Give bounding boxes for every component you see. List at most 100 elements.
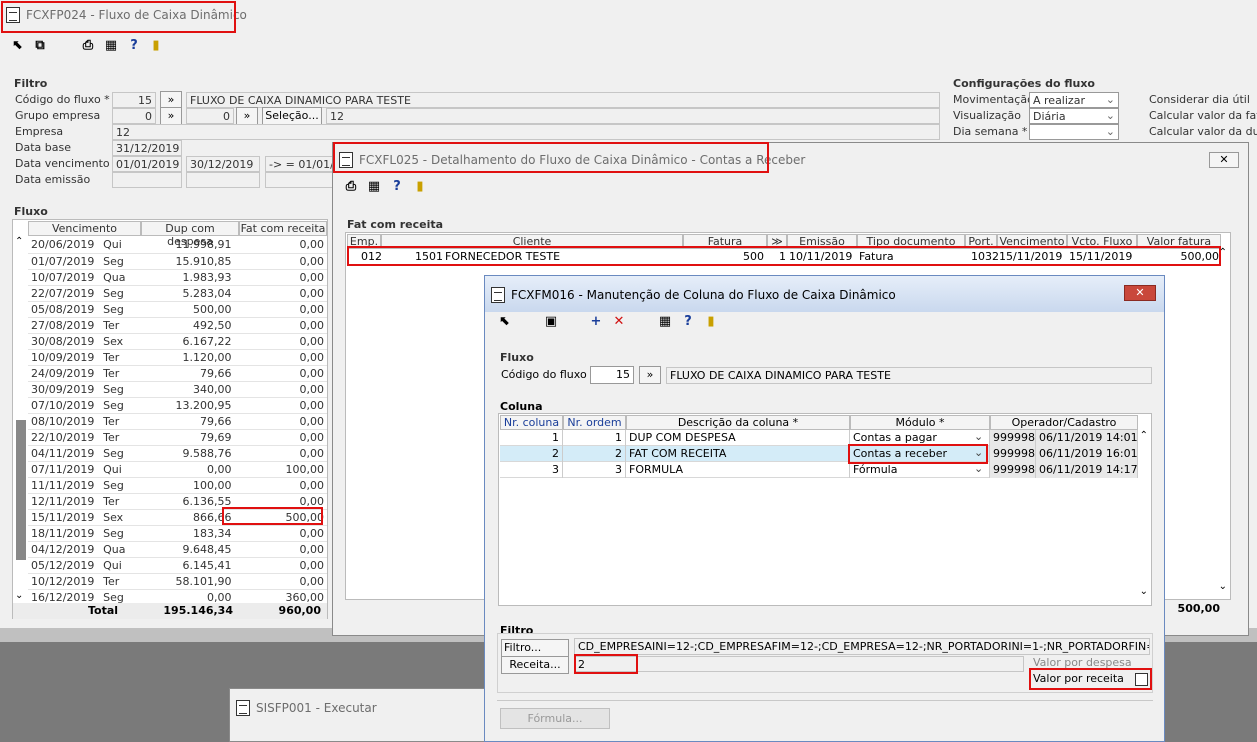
grid-scroll-up[interactable]: ⌃ (1140, 430, 1148, 441)
col-fatura[interactable]: Fatura (683, 234, 767, 249)
table-row[interactable]: 33FORMULAFórmula99999806/11/2019 14:17:0… (500, 462, 1138, 478)
grid-scroll-up[interactable]: ⌃ (15, 236, 23, 247)
help-icon[interactable]: ? (680, 314, 696, 330)
table-row[interactable]: 05/08/2019 Seg 500,00 0,00 (28, 301, 327, 318)
opt-dia-util[interactable]: Considerar dia útil (1149, 93, 1250, 106)
exit-door-icon[interactable]: ▮ (412, 179, 428, 195)
cell-modulo[interactable]: Contas a receber (850, 446, 990, 462)
col-tipo-doc[interactable]: Tipo documento (857, 234, 965, 249)
col-operador[interactable]: Operador/Cadastro (990, 415, 1138, 430)
col-valor-fatura[interactable]: Valor fatura (1137, 234, 1221, 249)
cell-modulo[interactable]: Contas a pagar (850, 430, 990, 446)
table-row[interactable]: 01/07/2019 Seg 15.910,85 0,00 (28, 253, 327, 270)
table-row[interactable]: 20/06/2019 Qui 11.998,91 0,00 (28, 237, 327, 254)
close-button[interactable]: ✕ (1124, 285, 1156, 301)
table-row[interactable]: 30/09/2019 Seg 340,00 0,00 (28, 381, 327, 398)
col-emissao[interactable]: Emissão (787, 234, 857, 249)
chevron-down-icon[interactable]: ⌄ (974, 446, 983, 459)
close-button[interactable]: ✕ (1209, 152, 1239, 168)
database-field[interactable]: 31/12/2019 (112, 140, 182, 156)
valor-despesa-checkbox[interactable] (1135, 657, 1147, 669)
col-nr-ordem[interactable]: Nr. ordem (563, 415, 626, 430)
table-row[interactable]: 15/11/2019 Sex 866,66 500,00 (28, 509, 327, 526)
cell-modulo[interactable]: Fórmula (850, 462, 990, 478)
grupo-field-2[interactable]: 0 (186, 108, 234, 124)
datavenc-ini-field[interactable]: 01/01/2019 (112, 156, 182, 172)
table-row[interactable]: 12/11/2019 Ter 6.136,55 0,00 (28, 493, 327, 510)
col-vcto-fluxo[interactable]: Vcto. Fluxo (1067, 234, 1137, 249)
col-fat-receita[interactable]: Fat com receita (239, 221, 327, 236)
calendar-icon[interactable]: ▦ (103, 38, 119, 54)
col-descricao[interactable]: Descrição da coluna * (626, 415, 850, 430)
col-nr-coluna[interactable]: Nr. coluna (500, 415, 563, 430)
help-icon[interactable]: ? (126, 38, 142, 54)
cod-fluxo-lookup-button[interactable]: » (639, 366, 661, 384)
col-dup-despesa[interactable]: Dup com despesa (141, 221, 239, 248)
grupo-lookup-button-2[interactable]: » (236, 107, 258, 125)
table-row[interactable]: 07/10/2019 Seg 13.200,95 0,00 (28, 397, 327, 414)
chevron-down-icon[interactable]: ⌄ (974, 430, 983, 443)
grid-scroll-down[interactable]: ⌄ (1140, 586, 1148, 597)
table-row[interactable]: 08/10/2019 Ter 79,66 0,00 (28, 413, 327, 430)
calendar-icon[interactable]: ▦ (657, 314, 673, 330)
table-row[interactable]: 10/09/2019 Ter 1.120,00 0,00 (28, 349, 327, 366)
print-icon[interactable]: ⎙ (80, 38, 96, 54)
table-row[interactable]: 2 2 FAT COM RECEITA Contas a receber 999998 0… (500, 446, 1138, 462)
col-parcela[interactable]: ≫ (767, 234, 787, 249)
table-row[interactable]: 11/11/2019 Seg 100,00 0,00 (28, 477, 327, 494)
help-icon[interactable]: ? (389, 179, 405, 195)
table-row[interactable]: 1 1 DUP COM DESPESA Contas a pagar 999998 06/… (500, 430, 1138, 446)
grid-scroll-up[interactable]: ⌃ (1219, 247, 1227, 258)
col-emp[interactable]: Emp. (347, 234, 381, 249)
valor-receita-checkbox[interactable] (1135, 673, 1148, 686)
dataemissao-fim-field[interactable] (186, 172, 260, 188)
grupo-field[interactable]: 0 (112, 108, 156, 124)
empresa-field[interactable]: 12 (112, 124, 940, 140)
table-row[interactable]: 22/07/2019 Seg 5.283,04 0,00 (28, 285, 327, 302)
table-row[interactable]: 04/12/2019 Qua 9.648,45 0,00 (28, 541, 327, 558)
chevron-down-icon[interactable]: ⌄ (974, 462, 983, 475)
print-icon[interactable]: ⎙ (343, 179, 359, 195)
add-icon[interactable]: + (588, 314, 604, 330)
table-row[interactable]: 10/12/2019 Ter 58.101,90 0,00 (28, 573, 327, 590)
calendar-icon[interactable]: ▦ (366, 179, 382, 195)
grid-scroll-down[interactable]: ⌄ (1219, 581, 1227, 592)
selecao-button[interactable]: Seleção... (262, 107, 322, 125)
receita-button[interactable]: Receita... (501, 656, 569, 674)
table-row[interactable]: 07/11/2019 Qui 0,00 100,00 (28, 461, 327, 478)
col-port[interactable]: Port. (965, 234, 997, 249)
table-row[interactable]: 10/07/2019 Qua 1.983,93 0,00 (28, 269, 327, 286)
table-row[interactable]: 18/11/2019 Seg 183,34 0,00 (28, 525, 327, 542)
detail-row[interactable]: 012 1501 FORNECEDOR TESTE 500 1 10/11/20… (347, 249, 1221, 265)
table-row[interactable]: 05/12/2019 Qui 6.145,41 0,00 (28, 557, 327, 574)
delete-icon[interactable]: ✕ (611, 314, 627, 330)
formula-button[interactable]: Fórmula... (500, 708, 610, 729)
cod-fluxo-field[interactable]: 15 (112, 92, 156, 108)
save-icon[interactable]: ▣ (543, 314, 559, 330)
col-vencimento[interactable]: Vencimento (997, 234, 1067, 249)
table-row[interactable]: 22/10/2019 Ter 79,69 0,00 (28, 429, 327, 446)
vis-select[interactable]: Diária ⌄ (1029, 108, 1119, 124)
mov-select[interactable]: A realizar ⌄ (1029, 92, 1119, 108)
grid-scroll-track[interactable] (16, 420, 26, 560)
opt-calc-fatura[interactable]: Calcular valor da fatur (1149, 109, 1257, 122)
exit-arrow-icon[interactable]: ⬉ (10, 38, 26, 54)
grupo-lookup-button[interactable]: » (160, 107, 182, 125)
filtro-button[interactable]: Filtro... (501, 639, 569, 657)
table-row[interactable]: 30/08/2019 Sex 6.167,22 0,00 (28, 333, 327, 350)
col-vencimento[interactable]: Vencimento (28, 221, 141, 236)
dia-select[interactable]: ⌄ (1029, 124, 1119, 140)
opt-calc-duplic[interactable]: Calcular valor da duplic (1149, 125, 1257, 138)
col-modulo[interactable]: Módulo * (850, 415, 990, 430)
copy-icon[interactable]: ⧉ (32, 38, 48, 54)
table-row[interactable]: 24/09/2019 Ter 79,66 0,00 (28, 365, 327, 382)
grid-scroll-down[interactable]: ⌄ (15, 590, 23, 601)
dataemissao-ini-field[interactable] (112, 172, 182, 188)
table-row[interactable]: 04/11/2019 Seg 9.588,76 0,00 (28, 445, 327, 462)
exit-door-icon[interactable]: ▮ (703, 314, 719, 330)
datavenc-fim-field[interactable]: 30/12/2019 (186, 156, 260, 172)
table-row[interactable]: 27/08/2019 Ter 492,50 0,00 (28, 317, 327, 334)
exit-door-icon[interactable]: ▮ (148, 38, 164, 54)
col-cliente[interactable]: Cliente (381, 234, 683, 249)
cod-fluxo-field[interactable]: 15 (590, 366, 634, 384)
